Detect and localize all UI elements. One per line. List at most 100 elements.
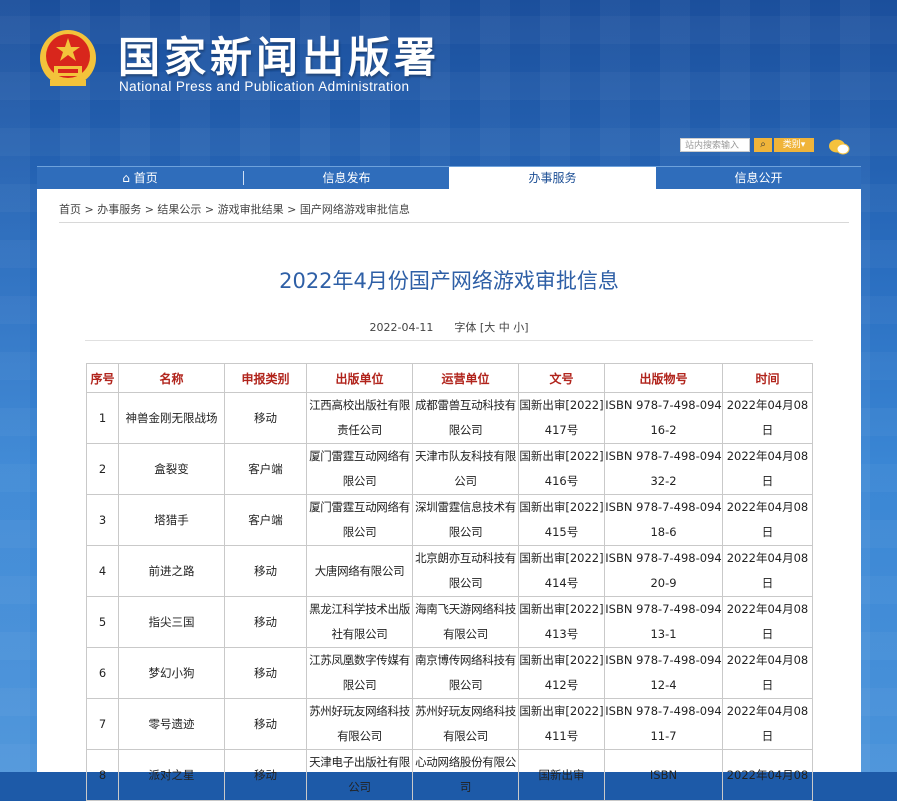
cell-category: 移动: [224, 647, 307, 699]
cell-isbn: ISBN 978-7-498-09412-4: [604, 647, 723, 699]
nav-services[interactable]: 办事服务: [449, 167, 656, 189]
cell-operator: 海南飞天游网络科技有限公司: [412, 596, 519, 648]
cell-category: 移动: [224, 545, 307, 597]
col-header-category: 申报类别: [224, 363, 307, 393]
cell-name: 盒裂变: [118, 443, 225, 495]
cell-index: 8: [86, 749, 119, 801]
cell-index: 5: [86, 596, 119, 648]
cell-publisher: 厦门雷霆互动网络有限公司: [306, 443, 413, 495]
cell-isbn: ISBN 978-7-498-09420-9: [604, 545, 723, 597]
cell-date: 2022年04月08日: [722, 596, 813, 648]
cell-category: 移动: [224, 596, 307, 648]
cell-name: 塔猎手: [118, 494, 225, 546]
cell-date: 2022年04月08日: [722, 443, 813, 495]
breadcrumb[interactable]: 首页 > 办事服务 > 结果公示 > 游戏审批结果 > 国产网络游戏审批信息: [59, 201, 410, 217]
main-nav: ⌂ 首页 信息发布 办事服务 信息公开: [37, 166, 861, 189]
cell-name: 零号遗迹: [118, 698, 225, 750]
cell-category: 客户端: [224, 494, 307, 546]
cell-date: 2022年04月08: [722, 749, 813, 801]
font-size-selector[interactable]: 字体 [大 中 小]: [454, 321, 528, 334]
content-panel: 首页 > 办事服务 > 结果公示 > 游戏审批结果 > 国产网络游戏审批信息 2…: [37, 189, 861, 801]
cell-index: 6: [86, 647, 119, 699]
table-row: 7 零号遗迹 移动 苏州好玩友网络科技有限公司 苏州好玩友网络科技有限公司 国新…: [86, 698, 813, 750]
cell-publisher: 大唐网络有限公司: [306, 545, 413, 597]
cell-publisher: 黑龙江科学技术出版社有限公司: [306, 596, 413, 648]
cell-isbn: ISBN 978-7-498-09418-6: [604, 494, 723, 546]
cell-name: 派对之星: [118, 749, 225, 801]
cell-doc-no: 国新出审[2022]412号: [518, 647, 605, 699]
cell-date: 2022年04月08日: [722, 545, 813, 597]
divider: [59, 222, 849, 223]
col-header-index: 序号: [86, 363, 119, 393]
divider: [85, 340, 813, 341]
cell-operator: 深圳雷霆信息技术有限公司: [412, 494, 519, 546]
col-header-operator: 运营单位: [412, 363, 519, 393]
national-emblem-icon: [40, 30, 96, 86]
col-header-name: 名称: [118, 363, 225, 393]
table-row: 3 塔猎手 客户端 厦门雷霆互动网络有限公司 深圳雷霆信息技术有限公司 国新出审…: [86, 494, 813, 546]
nav-home[interactable]: ⌂ 首页: [37, 167, 243, 189]
cell-operator: 南京博传网络科技有限公司: [412, 647, 519, 699]
table-header-row: 序号 名称 申报类别 出版单位 运营单位 文号 出版物号 时间: [86, 363, 813, 393]
cell-name: 前进之路: [118, 545, 225, 597]
cell-date: 2022年04月08日: [722, 494, 813, 546]
cell-operator: 苏州好玩友网络科技有限公司: [412, 698, 519, 750]
cell-doc-no: 国新出审[2022]416号: [518, 443, 605, 495]
cell-doc-no: 国新出审[2022]414号: [518, 545, 605, 597]
table-row: 4 前进之路 移动 大唐网络有限公司 北京朗亦互动科技有限公司 国新出审[202…: [86, 545, 813, 597]
cell-isbn: ISBN 978-7-498-09416-2: [604, 392, 723, 444]
cell-index: 4: [86, 545, 119, 597]
article-meta: 2022-04-11 字体 [大 中 小]: [37, 319, 861, 335]
nav-info-release[interactable]: 信息发布: [244, 167, 449, 189]
search-icon[interactable]: ⌕: [754, 138, 772, 152]
site-title-english: National Press and Publication Administr…: [119, 79, 410, 94]
site-title[interactable]: 国家新闻出版署: [118, 24, 440, 85]
cell-operator: 北京朗亦互动科技有限公司: [412, 545, 519, 597]
table-row: 1 神兽金刚无限战场 移动 江西高校出版社有限责任公司 成都雷兽互动科技有限公司…: [86, 392, 813, 444]
cell-isbn: ISBN: [604, 749, 723, 801]
cell-doc-no: 国新出审: [518, 749, 605, 801]
category-dropdown[interactable]: 类别▾: [774, 138, 814, 152]
cell-operator: 天津市队友科技有限公司: [412, 443, 519, 495]
search-input[interactable]: 站内搜索输入: [680, 138, 750, 152]
cell-doc-no: 国新出审[2022]417号: [518, 392, 605, 444]
cell-operator: 成都雷兽互动科技有限公司: [412, 392, 519, 444]
cell-publisher: 苏州好玩友网络科技有限公司: [306, 698, 413, 750]
cell-category: 移动: [224, 392, 307, 444]
cell-index: 3: [86, 494, 119, 546]
cell-publisher: 江西高校出版社有限责任公司: [306, 392, 413, 444]
cell-index: 1: [86, 392, 119, 444]
publish-date: 2022-04-11: [369, 321, 434, 334]
cell-name: 神兽金刚无限战场: [118, 392, 225, 444]
nav-info-public[interactable]: 信息公开: [656, 167, 861, 189]
cell-category: 客户端: [224, 443, 307, 495]
cell-date: 2022年04月08日: [722, 392, 813, 444]
cell-doc-no: 国新出审[2022]413号: [518, 596, 605, 648]
cell-doc-no: 国新出审[2022]411号: [518, 698, 605, 750]
cell-isbn: ISBN 978-7-498-09413-1: [604, 596, 723, 648]
approval-table: 序号 名称 申报类别 出版单位 运营单位 文号 出版物号 时间 1 神兽金刚无限…: [86, 363, 813, 801]
cell-name: 梦幻小狗: [118, 647, 225, 699]
col-header-isbn: 出版物号: [604, 363, 723, 393]
page-title: 2022年4月份国产网络游戏审批信息: [279, 269, 619, 293]
wechat-icon[interactable]: [828, 138, 850, 156]
col-header-publisher: 出版单位: [306, 363, 413, 393]
table-row: 2 盒裂变 客户端 厦门雷霆互动网络有限公司 天津市队友科技有限公司 国新出审[…: [86, 443, 813, 495]
table-row: 6 梦幻小狗 移动 江苏凤凰数字传媒有限公司 南京博传网络科技有限公司 国新出审…: [86, 647, 813, 699]
col-header-date: 时间: [722, 363, 813, 393]
col-header-doc-no: 文号: [518, 363, 605, 393]
cell-name: 指尖三国: [118, 596, 225, 648]
cell-index: 2: [86, 443, 119, 495]
cell-publisher: 江苏凤凰数字传媒有限公司: [306, 647, 413, 699]
cell-category: 移动: [224, 698, 307, 750]
cell-isbn: ISBN 978-7-498-09432-2: [604, 443, 723, 495]
cell-publisher: 厦门雷霆互动网络有限公司: [306, 494, 413, 546]
cell-date: 2022年04月08日: [722, 647, 813, 699]
cell-isbn: ISBN 978-7-498-09411-7: [604, 698, 723, 750]
table-row: 5 指尖三国 移动 黑龙江科学技术出版社有限公司 海南飞天游网络科技有限公司 国…: [86, 596, 813, 648]
cell-category: 移动: [224, 749, 307, 801]
home-icon: ⌂: [122, 171, 130, 185]
nav-home-label: 首页: [133, 171, 158, 185]
table-row: 8 派对之星 移动 天津电子出版社有限公司 心动网络股份有限公司 国新出审 IS…: [86, 749, 813, 801]
cell-operator: 心动网络股份有限公司: [412, 749, 519, 801]
